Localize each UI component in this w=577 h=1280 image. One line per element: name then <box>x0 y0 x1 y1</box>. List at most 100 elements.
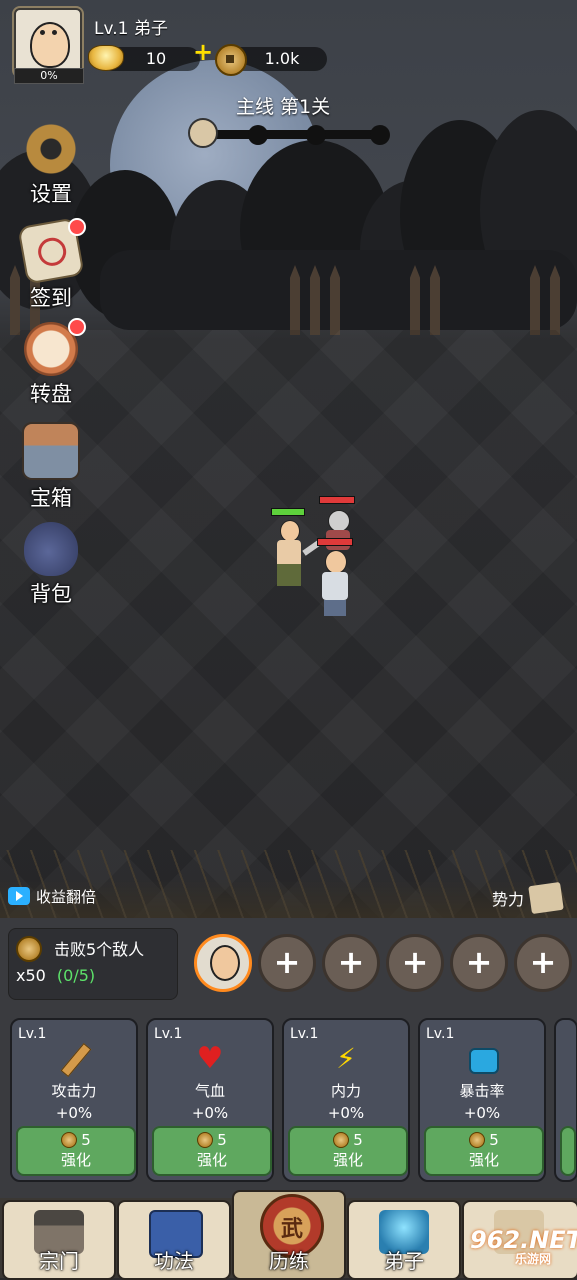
enemy-character <box>318 550 352 618</box>
stat-card-partial <box>554 1018 577 1182</box>
stat-level: Lv.1 <box>290 1026 319 1042</box>
battle-floor <box>0 330 577 920</box>
sword-icon <box>59 1042 92 1078</box>
exp-percent: 0% <box>14 68 84 84</box>
fence-post <box>310 265 320 335</box>
stat-value: +0% <box>327 1104 365 1122</box>
side-menu-label: 转盘 <box>30 382 72 406</box>
enemy-hp-bar <box>319 496 355 504</box>
upgrade-button[interactable]: 5 强化 <box>16 1126 136 1176</box>
watermark-logo: 962.NET 乐游网 <box>470 1226 577 1266</box>
side-menu-checkin[interactable]: 签到 <box>17 217 86 312</box>
upgrade-cost: 5 <box>217 1131 227 1149</box>
stat-level: Lv.1 <box>154 1026 183 1042</box>
stat-level: Lv.1 <box>18 1026 47 1042</box>
stat-value: +0% <box>191 1104 229 1122</box>
fence-post <box>430 265 440 335</box>
fence-post <box>550 265 560 335</box>
copper-coin-icon <box>16 936 42 962</box>
copper-coin-icon <box>215 44 247 76</box>
add-currency-button[interactable]: + <box>193 38 213 66</box>
fence-post <box>330 265 340 335</box>
copper-coin-icon <box>333 1132 350 1148</box>
copper-coin-icon <box>61 1132 78 1148</box>
gold-ingot-icon <box>88 45 124 71</box>
side-menu-label: 设置 <box>30 182 72 206</box>
task-text: 击败5个敌人 <box>54 940 145 959</box>
stage-node <box>248 125 268 145</box>
upgrade-button[interactable]: 5 强化 <box>424 1126 544 1176</box>
upgrade-label: 强化 <box>196 1151 227 1169</box>
side-menu-label: 宝箱 <box>30 486 72 510</box>
heart-icon: ♥ <box>196 1041 224 1076</box>
lightning-icon: ⚡ <box>336 1042 356 1075</box>
stat-name: 攻击力 <box>51 1082 97 1100</box>
player-hp-bar <box>271 508 305 516</box>
player-level: Lv.1 弟子 <box>94 19 168 39</box>
side-menu-bag[interactable]: 背包 <box>20 522 82 608</box>
team-slot-empty[interactable]: + <box>450 934 508 992</box>
fence-post <box>530 265 540 335</box>
tab-disciples[interactable]: 弟子 <box>347 1200 461 1280</box>
tab-sect[interactable]: 宗门 <box>2 1200 116 1280</box>
watermark-sub: 乐游网 <box>515 1252 552 1266</box>
tab-label: 弟子 <box>384 1249 424 1273</box>
team-slot-empty[interactable]: + <box>386 934 444 992</box>
double-income-button[interactable]: 收益翻倍 <box>8 883 96 909</box>
faction-label: 势力 <box>492 890 525 909</box>
coin-count: 1.0k <box>264 49 300 68</box>
side-menu-label: 背包 <box>30 582 72 606</box>
tab-skills[interactable]: 功法 <box>117 1200 231 1280</box>
faction-button[interactable]: 势力 <box>492 881 564 915</box>
fence-post <box>10 265 20 335</box>
copper-coin-icon <box>197 1132 214 1148</box>
team-slot-empty[interactable]: + <box>514 934 572 992</box>
player-avatar[interactable] <box>14 8 82 76</box>
tab-label: 功法 <box>154 1249 194 1273</box>
player-character <box>274 520 324 590</box>
drum-badge: 武 <box>280 1217 303 1242</box>
stat-card-internal: Lv.1 ⚡ 内力 +0% 5 强化 <box>282 1018 410 1182</box>
upgrade-label: 强化 <box>468 1151 499 1169</box>
add-icon: + <box>465 943 493 981</box>
team-slot-empty[interactable]: + <box>258 934 316 992</box>
stat-value: +0% <box>55 1104 93 1122</box>
stat-name: 气血 <box>194 1082 225 1100</box>
stat-card-attack: Lv.1 攻击力 +0% 5 强化 <box>10 1018 138 1182</box>
tab-label: 历练 <box>269 1249 309 1273</box>
stage-node <box>306 125 326 145</box>
add-icon: + <box>273 943 301 981</box>
disciple-portrait <box>210 945 240 981</box>
upgrade-button[interactable] <box>560 1126 576 1176</box>
chest-icon <box>22 422 80 480</box>
upgrade-label: 强化 <box>60 1151 91 1169</box>
upgrade-cost: 5 <box>81 1131 91 1149</box>
avatar-eye <box>40 30 45 35</box>
stage-title: 主线 第1关 <box>236 96 331 118</box>
task-progress: (0/5) <box>56 966 96 985</box>
stat-level: Lv.1 <box>426 1026 455 1042</box>
notification-dot <box>68 218 86 236</box>
task-reward-amount: x50 <box>16 966 46 985</box>
stage-marker-icon <box>188 118 218 148</box>
side-menu-settings[interactable]: 设置 <box>20 122 82 208</box>
stat-name: 暴击率 <box>459 1082 505 1100</box>
double-income-label: 收益翻倍 <box>36 887 97 906</box>
tab-training[interactable]: 武 历练 <box>232 1190 346 1280</box>
team-slot-disciple[interactable] <box>194 934 252 992</box>
team-slot-empty[interactable]: + <box>322 934 380 992</box>
side-menu-chest[interactable]: 宝箱 <box>20 422 82 512</box>
upgrade-button[interactable]: 5 强化 <box>288 1126 408 1176</box>
video-icon <box>8 887 30 905</box>
check-mark <box>35 235 69 269</box>
upgrade-button[interactable]: 5 强化 <box>152 1126 272 1176</box>
stat-card-hp: Lv.1 ♥ 气血 +0% 5 强化 <box>146 1018 274 1182</box>
fence-post <box>290 265 300 335</box>
side-menu-wheel[interactable]: 转盘 <box>20 318 86 408</box>
notification-dot <box>68 318 86 336</box>
avatar-face <box>30 22 70 68</box>
avatar-eye <box>52 30 57 35</box>
add-icon: + <box>337 943 365 981</box>
fist-icon <box>467 1044 499 1074</box>
task-reward: x50 (0/5) <box>16 966 95 985</box>
